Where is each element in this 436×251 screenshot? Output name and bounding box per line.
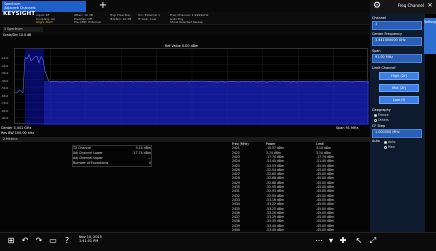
limit-channel-label: Limit Channel (372, 66, 422, 70)
tx-channel-band (25, 49, 44, 125)
channel-label: Channel (372, 16, 422, 20)
settings-tab[interactable]: Settings (424, 18, 436, 54)
right-panel (370, 14, 425, 232)
metric-row: Number of Exceptions 0 (72, 161, 152, 166)
center-freq-input[interactable]: 3.441000000 GHz (372, 37, 422, 46)
radio-selected-icon (384, 141, 387, 144)
y-tick-label: -80.0 (1, 109, 13, 113)
add-tab-button[interactable]: + (97, 0, 109, 12)
header-trigger-group[interactable]: Trig: Free Run #Atten: 10 dB (110, 14, 131, 21)
fullscreen-icon[interactable]: ⤢ (368, 236, 378, 246)
windows-icon[interactable]: ⊞ (6, 236, 16, 246)
header-freq-group[interactable]: Freq Channel: 1.9999GHz Auto Trig Show S… (170, 14, 208, 25)
radio-empty-icon (374, 119, 377, 122)
tab-subtitle: Adjacent Channels (4, 6, 86, 10)
y-tick-label: -20.0 (1, 64, 13, 68)
instrument-window: { "tabs": { "tab_line1": "Spectrum", "ta… (0, 0, 436, 251)
undo-icon[interactable]: ↶ (20, 236, 30, 246)
geography-radio-france[interactable]: France (374, 113, 414, 117)
header-atten-group[interactable]: Atten: 10 dB Preamp: Off Pre-AMP: Extern… (74, 14, 101, 25)
radio-selected-icon (374, 114, 377, 117)
channel-input[interactable]: 1 (372, 21, 422, 30)
gear-icon[interactable]: ⚙ (372, 1, 382, 11)
spectrum-graph[interactable] (14, 48, 368, 124)
res-bw-readout: Res BW 100.00 kHz (1, 131, 34, 135)
metrics-window-label[interactable]: 2 Metrics (3, 137, 18, 142)
adjacent-channel-region (44, 81, 369, 125)
keypad-icon[interactable]: ⋯ (314, 236, 324, 246)
y-tick-label: -90.0 (1, 116, 13, 120)
header-source-group[interactable]: Src: External 1 IF Gain: Low (138, 14, 160, 21)
span-readout: Span 91 MHz (336, 126, 358, 130)
trace-window-label[interactable]: 1 Spectrum (3, 27, 43, 32)
cf-step-label: CF Step (372, 124, 422, 128)
help-icon[interactable]: ? (62, 236, 72, 246)
redo-icon[interactable]: ↷ (34, 236, 44, 246)
auto-radio-auto[interactable]: Auto (384, 140, 424, 144)
low-channel-button[interactable]: Low (f) (379, 96, 419, 104)
scale-div: Scale/Div 10.0 dB (3, 33, 63, 37)
close-icon[interactable]: ✕ (426, 2, 434, 10)
panel-title: Freq Channel (384, 3, 424, 9)
high-channel-button[interactable]: High (2f) (379, 72, 419, 80)
spectrum-svg (15, 49, 369, 125)
frequency-table: Freq (MHz) Power Limit 2421 -10.57 dBm 3.14 d… (230, 142, 368, 230)
folder-icon[interactable]: ▭ (48, 236, 58, 246)
radio-empty-icon (384, 146, 387, 149)
y-tick-label: -30.0 (1, 71, 13, 75)
center-freq-label: Center Frequency (372, 32, 422, 36)
y-tick-label: -10.0 (1, 56, 13, 60)
marker-icon[interactable]: ▾ (326, 236, 336, 246)
header-input-group[interactable]: Input: RF Coupling: AC Align: Alert (36, 14, 55, 25)
auto-radio-man[interactable]: Man (384, 145, 424, 149)
y-tick-label: -50.0 (1, 86, 13, 90)
clock: Nov 10, 2015 1:41:51 PM (79, 235, 119, 243)
center-freq-readout: Center 3.441 GHz (1, 126, 31, 130)
geography-label: Geography (372, 108, 422, 112)
cf-step-input[interactable]: 1.000000 MHz (372, 129, 422, 138)
peak-icon[interactable]: ✚ (338, 236, 348, 246)
y-tick-label: -60.0 (1, 94, 13, 98)
y-tick-label: -70.0 (1, 101, 13, 105)
span-input[interactable]: 91.00 MHz (372, 54, 422, 63)
geography-radio-others[interactable]: Others (374, 118, 414, 122)
y-tick-label: -40.0 (1, 79, 13, 83)
brand-logo: KEYSIGHT (3, 12, 33, 17)
pointer-icon[interactable]: ↖ (354, 236, 364, 246)
mid-channel-button[interactable]: Mid (2f) (379, 84, 419, 92)
span-label: Span (372, 49, 422, 53)
